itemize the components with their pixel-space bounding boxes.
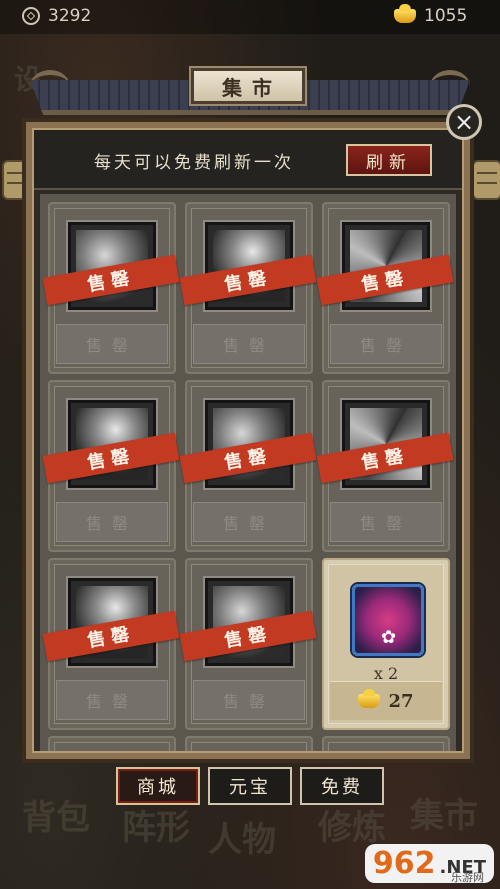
bg-label-formation: 阵形	[122, 808, 190, 848]
shop-item-card[interactable]: 售罄 售罄	[316, 202, 454, 374]
market-panel-inner: 每天可以免费刷新一次 刷新 售罄 售罄 售罄 售罄 售罄 售罄 售罄 售罄 售罄…	[32, 128, 464, 753]
shop-item-card[interactable]	[322, 736, 450, 751]
sold-out-label: 售罄	[193, 502, 305, 542]
watermark-subtitle: 乐游网	[451, 871, 484, 884]
coin-amount: 3292	[48, 6, 92, 26]
refresh-header: 每天可以免费刷新一次 刷新	[34, 130, 462, 190]
tab-ingot[interactable]: 元宝	[208, 767, 292, 805]
sold-out-label: 售罄	[193, 680, 305, 720]
page-title: 集市	[189, 66, 307, 106]
item-price: 27	[388, 690, 414, 712]
market-panel: 每天可以免费刷新一次 刷新 售罄 售罄 售罄 售罄 售罄 售罄 售罄 售罄 售罄…	[22, 118, 474, 763]
shop-item-card[interactable]	[48, 736, 176, 751]
watermark-brand: 962	[372, 846, 436, 881]
shop-item-card[interactable]: 售罄 售罄	[42, 202, 180, 374]
shop-tabs: 商城 元宝 免费	[116, 767, 384, 805]
sold-out-label: 售罄	[56, 324, 168, 364]
bg-label-market: 集市	[410, 796, 478, 836]
shop-item-card[interactable]: 售罄 售罄	[42, 380, 180, 552]
gold-ingot-icon	[358, 689, 381, 708]
sold-out-label: 售罄	[330, 324, 442, 364]
bg-label-bag: 背包	[22, 798, 90, 838]
shop-item-card[interactable]: 售罄 售罄	[179, 558, 317, 730]
sold-out-label: 售罄	[330, 502, 442, 542]
shop-item-card-available[interactable]: ✿ x 2 27	[322, 558, 450, 730]
shop-item-card[interactable]: 售罄 售罄	[316, 380, 454, 552]
close-icon: ×	[453, 108, 475, 136]
potion-icon: ✿	[352, 584, 424, 656]
resource-bar: 3292 1055	[0, 0, 500, 34]
sold-out-label: 售罄	[56, 680, 168, 720]
close-button[interactable]: ×	[446, 104, 482, 140]
free-refresh-note: 每天可以免费刷新一次	[94, 153, 294, 173]
lantern-right-icon	[472, 160, 500, 200]
shop-item-card[interactable]: 售罄 售罄	[42, 558, 180, 730]
blossom-icon: ✿	[381, 627, 397, 648]
sold-out-label: 售罄	[56, 502, 168, 542]
bg-label-character: 人物	[208, 820, 276, 860]
tab-mall[interactable]: 商城	[116, 767, 200, 805]
item-grid: 售罄 售罄 售罄 售罄 售罄 售罄 售罄 售罄 售罄 售罄 售罄 售罄 售罄 售…	[40, 194, 456, 751]
coin-counter: 3292	[22, 6, 91, 26]
refresh-button[interactable]: 刷新	[346, 144, 432, 176]
shop-item-card[interactable]: 售罄 售罄	[179, 202, 317, 374]
tab-free[interactable]: 免费	[300, 767, 384, 805]
ingot-amount: 1055	[424, 6, 468, 26]
ingot-counter: 1055	[394, 4, 468, 26]
site-watermark-logo: 962 .NET 乐游网	[364, 844, 494, 884]
gold-ingot-icon	[394, 4, 416, 23]
coin-icon	[22, 7, 40, 25]
sold-out-label: 售罄	[193, 324, 305, 364]
buy-price-button[interactable]: 27	[330, 681, 442, 720]
bg-label-cultivate: 修炼	[318, 808, 386, 848]
shop-item-card[interactable]	[185, 736, 313, 751]
shop-item-card[interactable]: 售罄 售罄	[179, 380, 317, 552]
